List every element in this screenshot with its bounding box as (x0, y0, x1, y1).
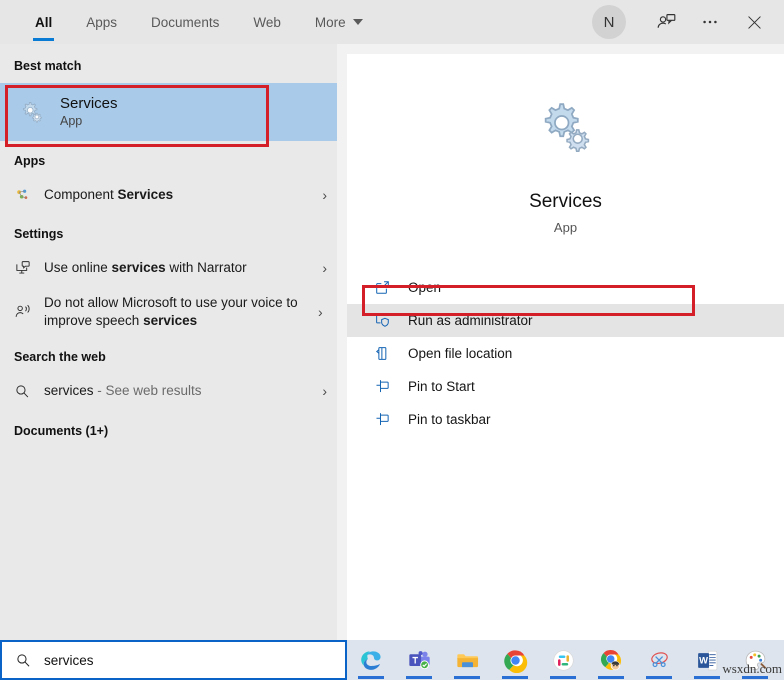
pin-icon (374, 378, 408, 395)
chevron-right-icon[interactable]: › (316, 260, 327, 276)
chevron-right-icon[interactable]: › (312, 304, 323, 320)
ellipsis-icon[interactable] (688, 2, 732, 42)
taskbar-search-box[interactable]: services (0, 640, 347, 680)
taskbar: W wsxdn.com (347, 640, 784, 680)
action-label: Pin to Start (408, 379, 475, 394)
services-gears-icon (14, 99, 50, 125)
close-icon[interactable] (732, 2, 776, 42)
action-pin-to-taskbar[interactable]: Pin to taskbar (347, 403, 784, 436)
best-match-title: Services (60, 94, 118, 112)
tab-documents[interactable]: Documents (134, 0, 236, 44)
svg-text:W: W (699, 655, 708, 665)
action-run-as-administrator[interactable]: Run as administrator (347, 304, 784, 337)
search-body: Best match Services App Apps Component S… (0, 44, 784, 640)
app-preview-pane: Services App Open Run as administrator O… (347, 54, 784, 640)
taskbar-icon-slack[interactable] (539, 640, 587, 680)
tab-apps-label: Apps (86, 14, 118, 30)
action-open[interactable]: Open (347, 271, 784, 304)
tab-web-label: Web (253, 14, 281, 30)
result-use-online-services-narrator[interactable]: Use online services with Narrator › (0, 249, 337, 287)
preview-header: Services App (347, 54, 784, 235)
documents-heading: Documents (1+) (14, 424, 109, 438)
watermark: wsxdn.com (722, 661, 782, 676)
app-actions-list: Open Run as administrator Open file loca… (347, 271, 784, 436)
search-icon (14, 383, 44, 400)
action-label: Open (408, 280, 442, 295)
taskbar-icon-snipping-tool[interactable] (635, 640, 683, 680)
folder-location-icon (374, 345, 408, 362)
tab-more-label: More (314, 14, 346, 30)
person-feedback-icon[interactable] (644, 2, 688, 42)
action-pin-to-start[interactable]: Pin to Start (347, 370, 784, 403)
taskbar-icon-edge[interactable] (347, 640, 395, 680)
best-match-subtitle: App (60, 114, 83, 129)
pin-icon (374, 411, 408, 428)
component-services-icon (14, 187, 44, 204)
results-pane: Best match Services App Apps Component S… (0, 44, 337, 640)
open-window-icon (374, 279, 408, 296)
avatar[interactable]: N (592, 5, 626, 39)
narrator-monitor-icon (14, 259, 44, 277)
tab-web[interactable]: Web (236, 0, 298, 44)
windows-search-screen: All Apps Documents Web More N Best match… (0, 0, 784, 680)
taskbar-icon-chrome-profile[interactable] (587, 640, 635, 680)
apps-heading: Apps (14, 154, 46, 168)
search-header: All Apps Documents Web More N (0, 0, 784, 44)
taskbar-icon-chrome[interactable] (491, 640, 539, 680)
action-label: Open file location (408, 346, 513, 361)
result-label: Use online services with Narrator (44, 259, 247, 275)
chevron-right-icon[interactable]: › (316, 383, 327, 399)
speech-person-icon (14, 303, 44, 321)
preview-app-title: Services (529, 191, 602, 212)
best-match-text: Services App (60, 95, 118, 130)
taskbar-icon-file-explorer[interactable] (443, 640, 491, 680)
taskbar-icon-teams[interactable] (395, 640, 443, 680)
search-input[interactable]: services (44, 653, 94, 668)
tab-documents-label: Documents (151, 14, 220, 30)
tab-all[interactable]: All (18, 0, 69, 44)
result-best-match-services[interactable]: Services App (0, 83, 337, 141)
search-icon (2, 652, 44, 669)
search-filter-tabs: All Apps Documents Web More (0, 0, 380, 44)
chevron-right-icon[interactable]: › (316, 187, 327, 203)
result-component-services[interactable]: Component Services › (0, 176, 337, 214)
tab-more[interactable]: More (298, 0, 380, 44)
tab-all-label: All (35, 14, 53, 30)
result-web-services[interactable]: services - See web results › (0, 372, 337, 410)
shield-admin-icon (374, 312, 408, 329)
tab-apps[interactable]: Apps (69, 0, 134, 44)
result-speech-services[interactable]: Do not allow Microsoft to use your voice… (0, 287, 337, 337)
action-open-file-location[interactable]: Open file location (347, 337, 784, 370)
chevron-down-icon (352, 19, 363, 25)
action-label: Pin to taskbar (408, 412, 491, 427)
action-label: Run as administrator (408, 313, 533, 328)
services-gears-icon (535, 96, 597, 163)
avatar-initial: N (603, 13, 615, 31)
settings-heading: Settings (14, 227, 64, 241)
result-label: services - See web results (44, 382, 202, 398)
header-actions: N (592, 2, 784, 42)
best-match-heading: Best match (14, 59, 82, 73)
result-label: Component Services (44, 186, 174, 202)
preview-app-type: App (553, 220, 578, 235)
search-web-heading: Search the web (14, 350, 106, 364)
result-label: Do not allow Microsoft to use your voice… (44, 294, 298, 328)
